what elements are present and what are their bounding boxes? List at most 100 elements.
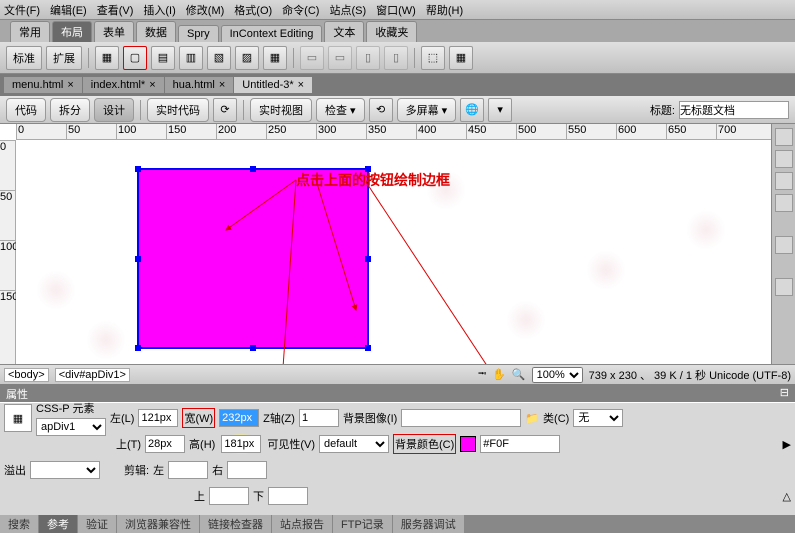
zoom-icon[interactable]: 🔍	[512, 368, 526, 381]
hand-icon[interactable]: ✋	[492, 368, 506, 381]
btn-expanded[interactable]: 扩展	[46, 46, 82, 70]
doc-tab-index[interactable]: index.html*×	[83, 77, 164, 93]
btab-validate[interactable]: 验证	[78, 515, 116, 533]
btab-link-checker[interactable]: 链接检查器	[200, 515, 271, 533]
close-icon[interactable]: ×	[219, 79, 225, 91]
menu-window[interactable]: 窗口(W)	[376, 2, 416, 18]
id-select[interactable]: apDiv1	[36, 418, 106, 436]
close-icon[interactable]: ×	[149, 79, 155, 91]
design-canvas[interactable]: 点击上面的按钮绘制边框	[16, 140, 771, 364]
menu-insert[interactable]: 插入(I)	[143, 2, 175, 18]
btab-reference[interactable]: 参考	[39, 515, 77, 533]
resize-handle-nw[interactable]	[135, 166, 141, 172]
bgcolor-input[interactable]	[480, 435, 560, 453]
view-split-button[interactable]: 拆分	[50, 98, 90, 122]
row-above-icon[interactable]: ▭	[300, 46, 324, 70]
bgimg-input[interactable]	[401, 409, 521, 427]
doc-tab-untitled3[interactable]: Untitled-3*×	[234, 77, 312, 93]
draw-apdiv-icon[interactable]: ▢	[123, 46, 147, 70]
clip-left-input[interactable]	[168, 461, 208, 479]
menu-view[interactable]: 查看(V)	[97, 2, 134, 18]
view-design-button[interactable]: 设计	[94, 98, 134, 122]
btab-browser-compat[interactable]: 浏览器兼容性	[117, 515, 199, 533]
live-code-button[interactable]: 实时代码	[147, 98, 209, 122]
clip-bottom-input[interactable]	[268, 487, 308, 505]
row-below-icon[interactable]: ▭	[328, 46, 352, 70]
ribbon-tab-layout[interactable]: 布局	[52, 21, 92, 42]
doc-tab-menu[interactable]: menu.html×	[4, 77, 82, 93]
vis-select[interactable]: default	[319, 435, 389, 453]
btn-standard[interactable]: 标准	[6, 46, 42, 70]
panel-css-icon[interactable]	[775, 128, 793, 146]
panel-files-icon[interactable]	[775, 236, 793, 254]
top-input[interactable]	[145, 435, 185, 453]
options-icon[interactable]: ▾	[488, 98, 512, 122]
collapsible-icon[interactable]: ▨	[235, 46, 259, 70]
doc-tab-hua[interactable]: hua.html×	[165, 77, 234, 93]
menu-site[interactable]: 站点(S)	[329, 2, 366, 18]
ribbon-tab-text[interactable]: 文本	[324, 21, 364, 42]
menu-help[interactable]: 帮助(H)	[426, 2, 463, 18]
resize-handle-s[interactable]	[250, 345, 256, 351]
frames-icon[interactable]: ▦	[449, 46, 473, 70]
menu-format[interactable]: 格式(O)	[234, 2, 272, 18]
resize-handle-e[interactable]	[365, 256, 371, 262]
zoom-select[interactable]: 100%	[532, 367, 583, 383]
width-input[interactable]	[219, 409, 259, 427]
help-icon[interactable]: ▶	[783, 438, 791, 451]
ribbon-tab-fav[interactable]: 收藏夹	[366, 21, 417, 42]
height-input[interactable]	[221, 435, 261, 453]
col-right-icon[interactable]: ▯	[384, 46, 408, 70]
multiscreen-button[interactable]: 多屏幕 ▾	[397, 98, 457, 122]
btab-search[interactable]: 搜索	[0, 515, 38, 533]
left-input[interactable]	[138, 409, 178, 427]
ribbon-tab-common[interactable]: 常用	[10, 21, 50, 42]
btab-site-reports[interactable]: 站点报告	[272, 515, 332, 533]
insert-div-icon[interactable]: ▦	[95, 46, 119, 70]
close-icon[interactable]: ×	[67, 79, 73, 91]
resize-handle-sw[interactable]	[135, 345, 141, 351]
resize-handle-w[interactable]	[135, 256, 141, 262]
menu-file[interactable]: 文件(F)	[4, 2, 40, 18]
iframe-icon[interactable]: ⬚	[421, 46, 445, 70]
view-code-button[interactable]: 代码	[6, 98, 46, 122]
class-select[interactable]: 无	[573, 409, 623, 427]
title-input[interactable]	[679, 101, 789, 119]
pointer-icon[interactable]: ⭲	[478, 365, 486, 384]
folder-icon[interactable]: 📁	[525, 412, 539, 425]
panel-assets-icon[interactable]	[775, 278, 793, 296]
accordion-icon[interactable]: ▧	[207, 46, 231, 70]
overflow-select[interactable]	[30, 461, 100, 479]
panel-apel-icon[interactable]	[775, 150, 793, 168]
inspect-button[interactable]: 检查 ▾	[316, 98, 365, 122]
menu-edit[interactable]: 编辑(E)	[50, 2, 87, 18]
ribbon-tab-spry[interactable]: Spry	[178, 25, 219, 42]
menu-commands[interactable]: 命令(C)	[282, 2, 319, 18]
resize-handle-n[interactable]	[250, 166, 256, 172]
browser-icon[interactable]: 🌐	[460, 98, 484, 122]
panel-tag-icon[interactable]	[775, 172, 793, 190]
refresh-icon[interactable]: ⟲	[369, 98, 393, 122]
ribbon-tab-data[interactable]: 数据	[136, 21, 176, 42]
clip-right-input[interactable]	[227, 461, 267, 479]
properties-header[interactable]: 属性⊟	[0, 384, 795, 402]
panel-menu-icon[interactable]: ⊟	[780, 386, 789, 400]
tag-apdiv[interactable]: <div#apDiv1>	[55, 368, 130, 382]
btab-ftp-log[interactable]: FTP记录	[333, 515, 392, 533]
bgcolor-swatch[interactable]	[460, 436, 476, 452]
clip-top-input[interactable]	[209, 487, 249, 505]
menu-modify[interactable]: 修改(M)	[186, 2, 225, 18]
tag-body[interactable]: <body>	[4, 368, 49, 382]
ribbon-tab-forms[interactable]: 表单	[94, 21, 134, 42]
delta-icon[interactable]: △	[783, 490, 791, 503]
panel-behavior-icon[interactable]	[775, 194, 793, 212]
spry-panel-icon[interactable]: ▤	[151, 46, 175, 70]
tabbed-icon[interactable]: ▥	[179, 46, 203, 70]
btab-server-debug[interactable]: 服务器调试	[393, 515, 464, 533]
close-icon[interactable]: ×	[298, 79, 304, 91]
table-icon[interactable]: ▦	[263, 46, 287, 70]
toggle-icon[interactable]: ⟳	[213, 98, 237, 122]
col-left-icon[interactable]: ▯	[356, 46, 380, 70]
ribbon-tab-incontext[interactable]: InContext Editing	[221, 25, 323, 42]
apdiv-element[interactable]	[137, 168, 369, 349]
